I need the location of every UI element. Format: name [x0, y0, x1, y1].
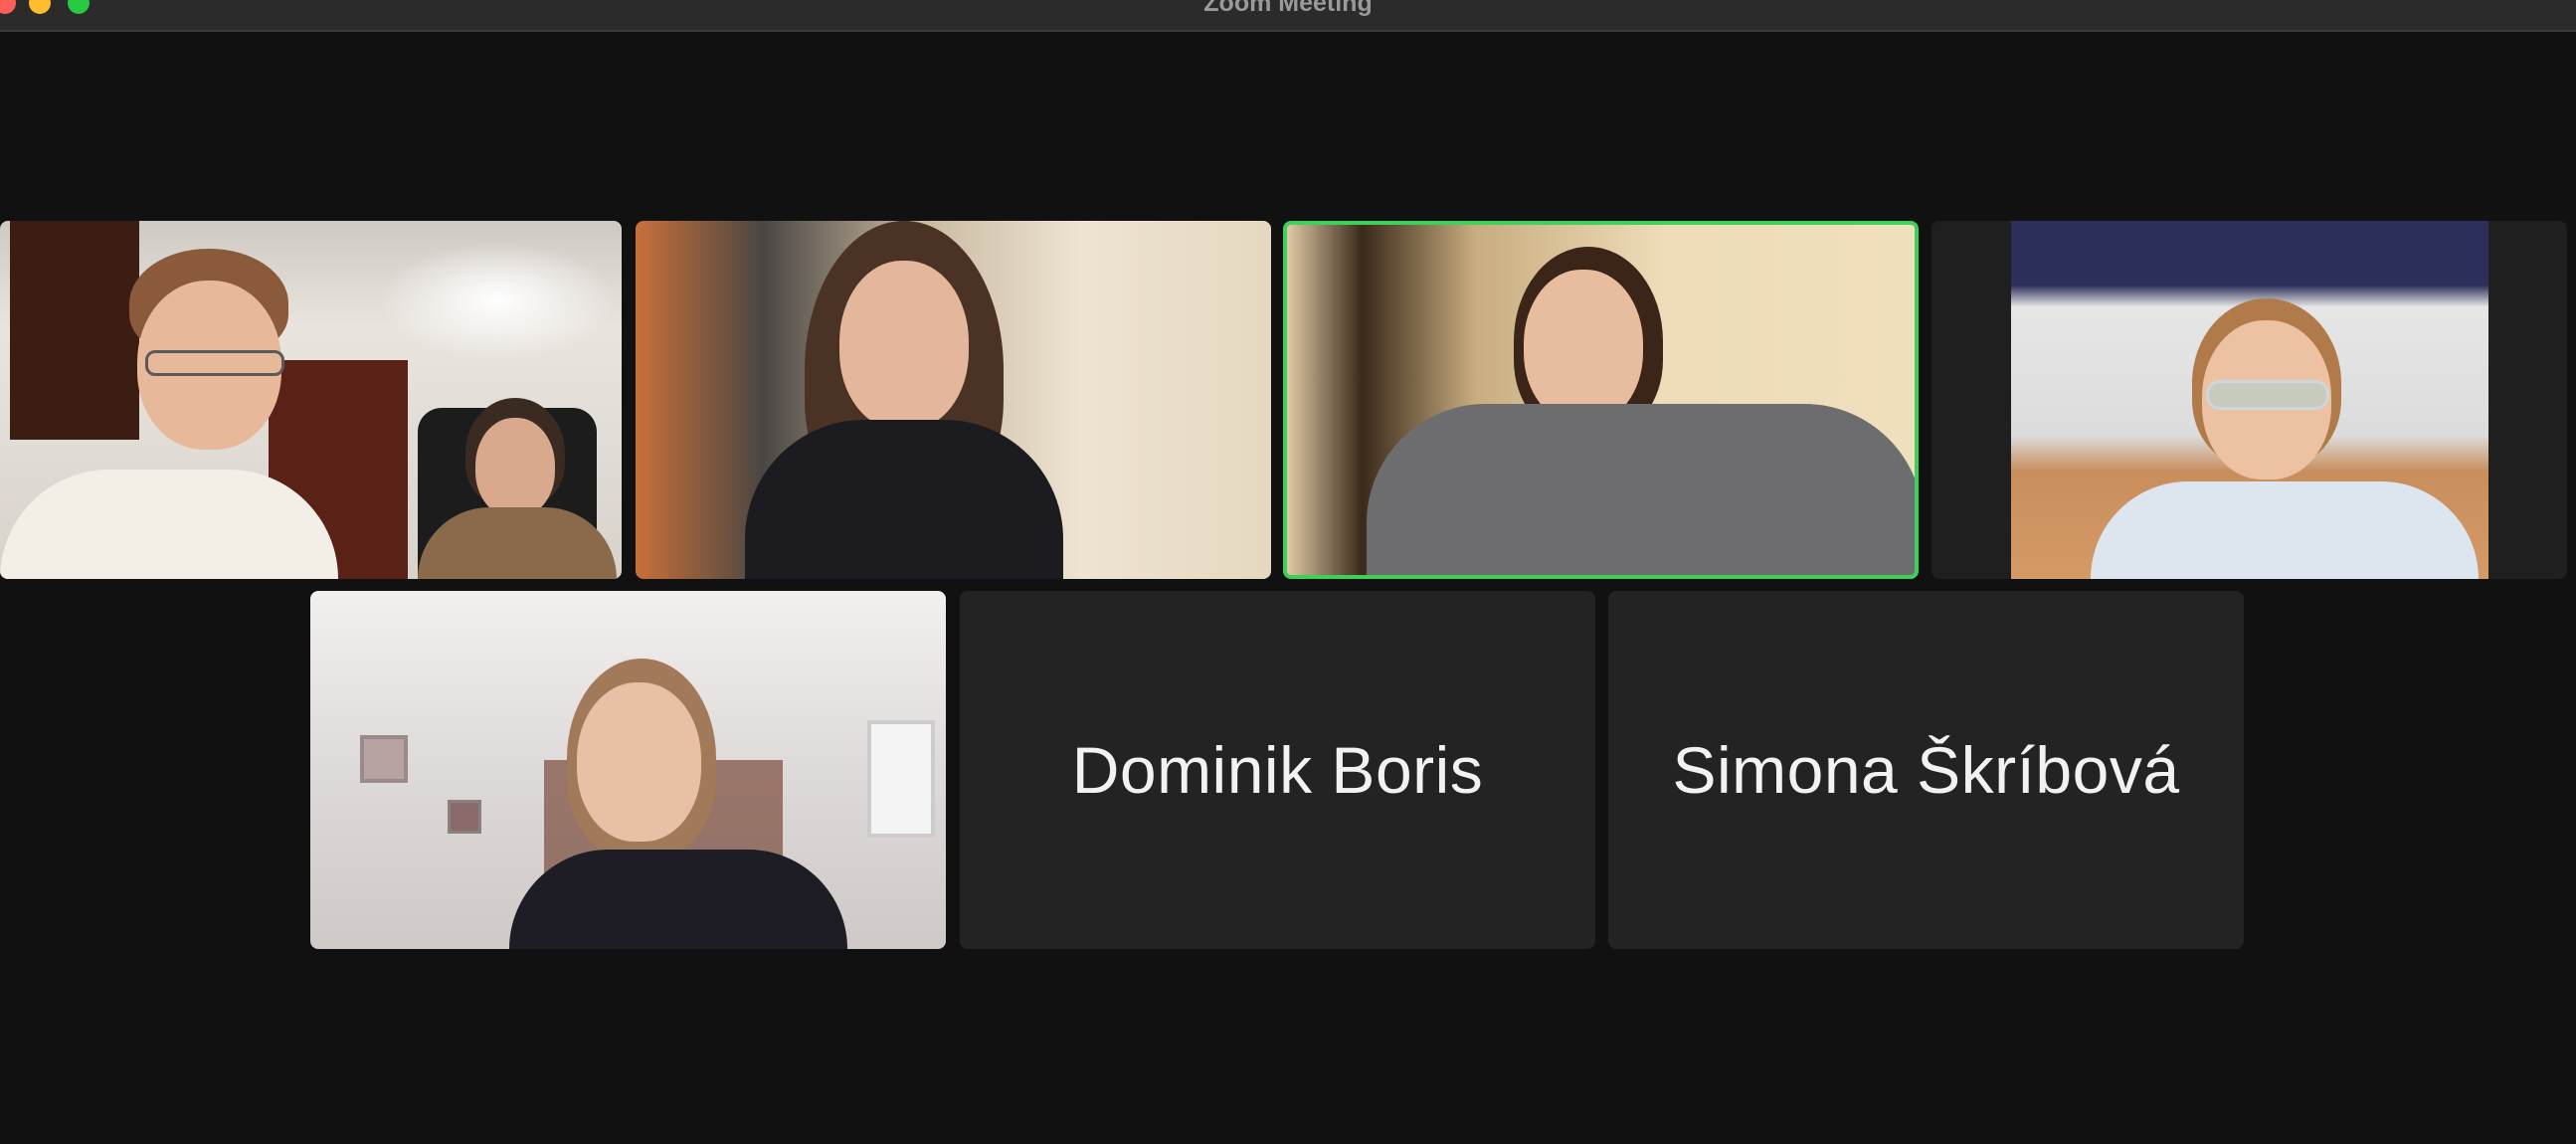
mirror: [867, 720, 935, 838]
window-titlebar: Zoom Meeting: [0, 0, 2576, 32]
window-title: Zoom Meeting: [1203, 0, 1373, 17]
participant-face: [577, 682, 701, 842]
participant-name-tile[interactable]: Dominik Boris: [960, 591, 1595, 949]
participant-name: Simona Škríbová: [1672, 733, 2180, 807]
participant-video-tile[interactable]: [636, 221, 1271, 579]
participant-face: [475, 418, 555, 517]
gallery-view: Dominik Boris Simona Škríbová: [0, 34, 2576, 1144]
glasses-icon: [2206, 380, 2329, 410]
participant-video-tile[interactable]: [1932, 221, 2567, 579]
participant-face: [839, 261, 969, 430]
wall-frame: [360, 735, 408, 783]
door-frame: [10, 221, 139, 440]
wall-frame: [448, 800, 481, 834]
participant-video-tile[interactable]: [310, 591, 946, 949]
participant-name-tile[interactable]: Simona Škríbová: [1608, 591, 2244, 949]
participant-face: [1524, 270, 1643, 424]
participant-video-tile[interactable]: [0, 221, 622, 579]
wall-light: [378, 241, 617, 360]
glasses-icon: [145, 350, 284, 376]
active-speaker-tile[interactable]: [1283, 221, 1919, 579]
participant-name: Dominik Boris: [1071, 733, 1484, 807]
